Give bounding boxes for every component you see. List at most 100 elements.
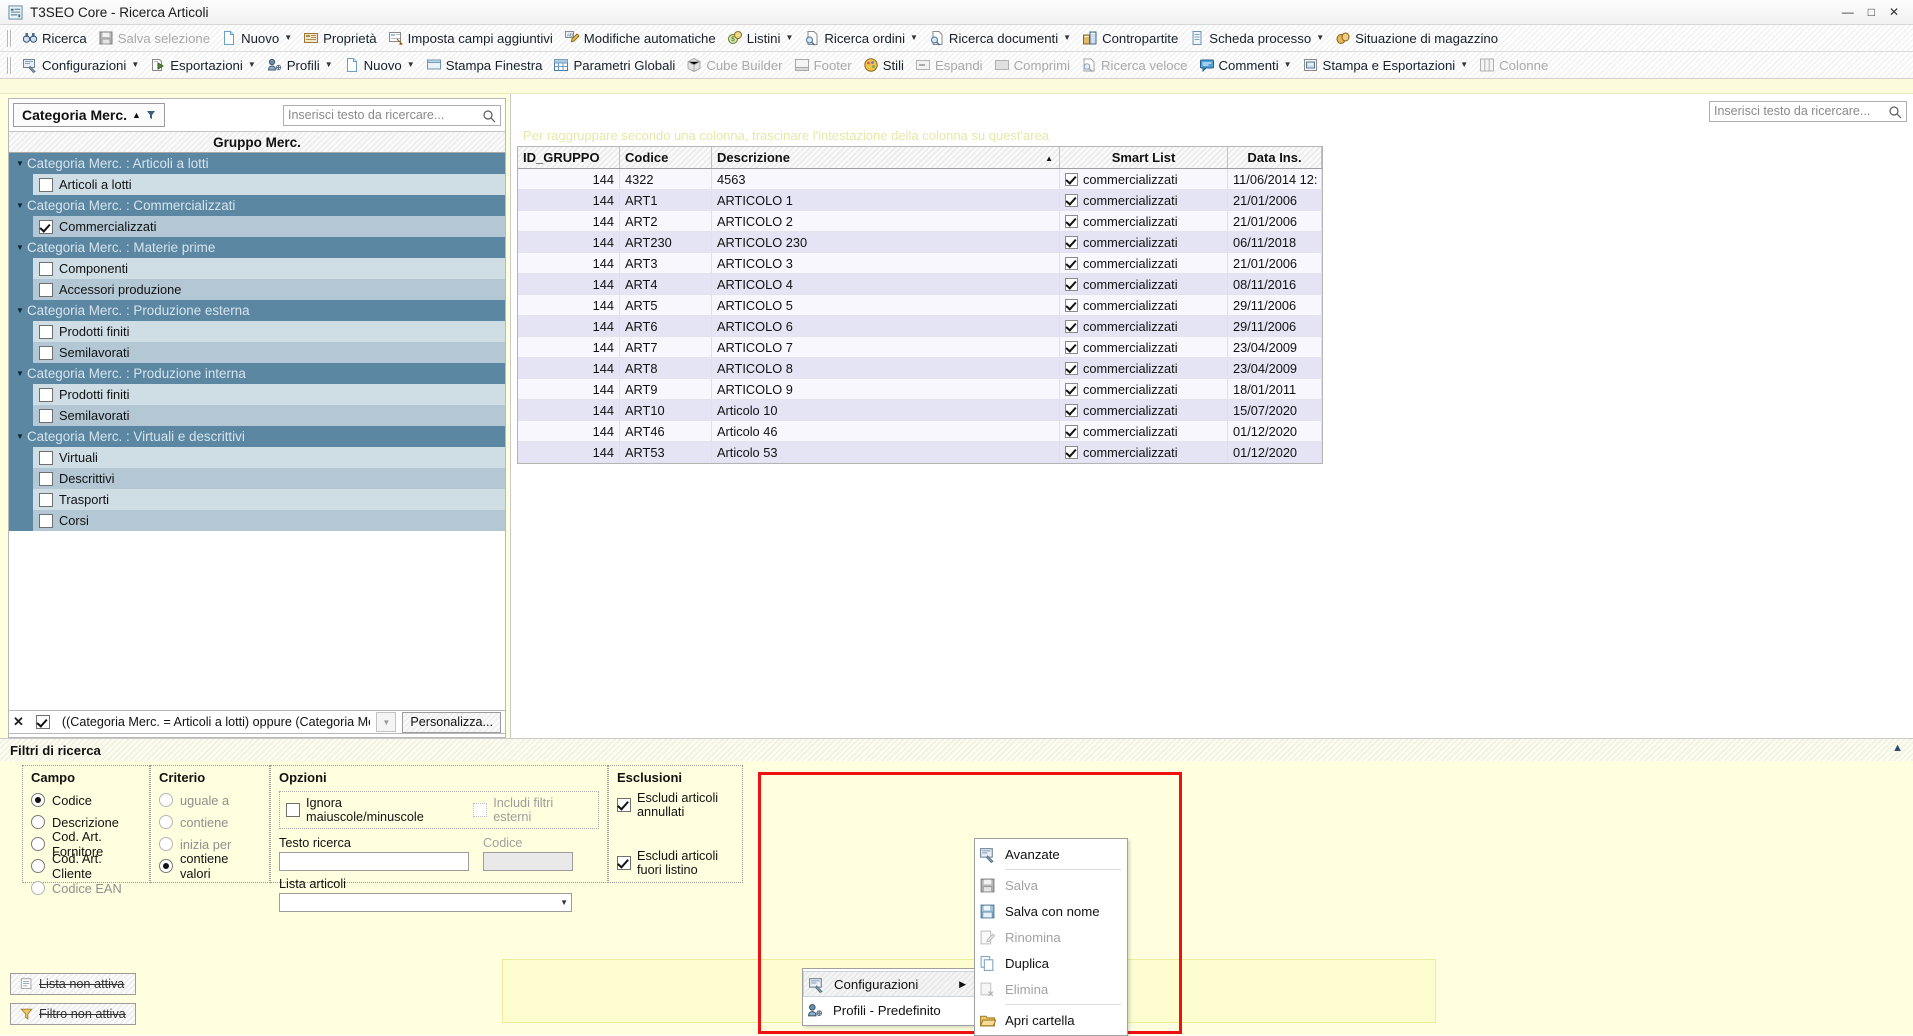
- chevron-down-icon[interactable]: ▼: [284, 34, 292, 42]
- table-row[interactable]: 144 ART230 ARTICOLO 230 commercializzati 06/…: [518, 232, 1322, 253]
- tree-group-row[interactable]: ▼ Categoria Merc. : Materie prime: [9, 237, 505, 258]
- table-row[interactable]: 144 ART53 Articolo 53 commercializzati 01/12…: [518, 442, 1322, 463]
- toolbar-button-stampa-e-esportazioni[interactable]: Stampa e Esportazioni ▼: [1299, 53, 1476, 77]
- chevron-down-icon[interactable]: ▼: [248, 61, 256, 69]
- toolbar-button-nuovo[interactable]: Nuovo ▼: [340, 53, 422, 77]
- search-icon[interactable]: [1888, 105, 1902, 119]
- tree-search-box[interactable]: [283, 104, 501, 126]
- chevron-down-icon[interactable]: ▼: [1316, 34, 1324, 42]
- close-icon[interactable]: ✕: [13, 714, 24, 730]
- tree-item-row[interactable]: Semilavorati: [9, 342, 505, 363]
- menu-item-avanzate[interactable]: Avanzate: [975, 841, 1127, 867]
- chevron-down-icon[interactable]: ▼: [13, 306, 27, 315]
- table-row[interactable]: 144 ART46 Articolo 46 commercializzati 01/12…: [518, 421, 1322, 442]
- chevron-down-icon[interactable]: ▼: [13, 159, 27, 168]
- testo-ricerca-input[interactable]: [279, 852, 469, 871]
- menu-item-salva-con-nome[interactable]: Salva con nome: [975, 898, 1127, 924]
- filter-history-dropdown[interactable]: ▼: [376, 712, 397, 732]
- table-row[interactable]: 144 ART3 ARTICOLO 3 commercializzati 21/01/2…: [518, 253, 1322, 274]
- radio-cod-art-cliente[interactable]: Cod. Art. Cliente: [31, 851, 141, 881]
- tree-group-row[interactable]: ▼ Categoria Merc. : Virtuali e descrittiv…: [9, 426, 505, 447]
- chevron-down-icon[interactable]: ▼: [1460, 61, 1468, 69]
- toolbar-button-stampa-finestra[interactable]: Stampa Finestra: [422, 53, 550, 77]
- grid-search-input[interactable]: [1710, 101, 1878, 121]
- tree-item-checkbox[interactable]: [39, 387, 53, 402]
- tree-item-row[interactable]: Componenti: [9, 258, 505, 279]
- tree-item-checkbox[interactable]: [39, 492, 53, 507]
- chevron-down-icon[interactable]: ▼: [785, 34, 793, 42]
- collapse-panel-button[interactable]: ▲: [1892, 742, 1903, 754]
- search-icon[interactable]: [482, 109, 496, 123]
- context-menu-configurazioni[interactable]: Configurazioni ▶ Profili - Predefinito: [802, 968, 976, 1026]
- grid-column-header-codice[interactable]: Codice: [620, 147, 712, 168]
- toolbar-button-parametri-globali[interactable]: Parametri Globali: [549, 53, 682, 77]
- chevron-down-icon[interactable]: ▼: [910, 34, 918, 42]
- group-column-header[interactable]: Gruppo Merc.: [9, 131, 505, 153]
- tree-item-checkbox[interactable]: [39, 219, 53, 234]
- table-row[interactable]: 144 ART9 ARTICOLO 9 commercializzati 18/01/2…: [518, 379, 1322, 400]
- table-row[interactable]: 144 4322 4563 commercializzati 11/06/2014 12…: [518, 169, 1322, 190]
- toolbar-grip[interactable]: [6, 56, 13, 74]
- lista-articoli-combo[interactable]: ▼: [279, 893, 572, 912]
- tree-item-row[interactable]: Commercializzati: [9, 216, 505, 237]
- grid-column-header-smart-list[interactable]: Smart List: [1060, 147, 1228, 168]
- filter-enabled-checkbox[interactable]: [35, 715, 50, 729]
- status-button-filtro-non-attiva[interactable]: Filtro non attiva: [10, 1003, 136, 1025]
- menu-item-apri-cartella[interactable]: Apri cartella: [975, 1007, 1127, 1033]
- toolbar-button-ricerca[interactable]: Ricerca: [18, 26, 94, 50]
- close-button[interactable]: ✕: [1889, 6, 1899, 18]
- tree-item-row[interactable]: Prodotti finiti: [9, 384, 505, 405]
- chevron-down-icon[interactable]: ▼: [325, 61, 333, 69]
- chevron-down-icon[interactable]: ▼: [13, 243, 27, 252]
- toolbar-button-stili[interactable]: Stili: [859, 53, 911, 77]
- chevron-down-icon[interactable]: ▼: [407, 61, 415, 69]
- grid-column-header-data-ins[interactable]: Data Ins.: [1228, 147, 1322, 168]
- toolbar-button-esportazioni[interactable]: Esportazioni ▼: [146, 53, 263, 77]
- tree-item-row[interactable]: Corsi: [9, 510, 505, 531]
- toolbar-button-imposta-campi-aggiuntivi[interactable]: Imposta campi aggiuntivi: [384, 26, 560, 50]
- toolbar-button-situazione-di-magazzino[interactable]: Situazione di magazzino: [1331, 26, 1505, 50]
- tree-item-row[interactable]: Trasporti: [9, 489, 505, 510]
- table-row[interactable]: 144 ART6 ARTICOLO 6 commercializzati 29/11/2…: [518, 316, 1322, 337]
- chevron-down-icon[interactable]: ▼: [13, 369, 27, 378]
- grid-search-box[interactable]: [1709, 100, 1907, 122]
- tree-item-checkbox[interactable]: [39, 408, 53, 423]
- menu-item-profili-predefinito[interactable]: Profili - Predefinito: [803, 997, 975, 1023]
- radio-codice[interactable]: Codice: [31, 791, 141, 809]
- chevron-down-icon[interactable]: ▼: [13, 432, 27, 441]
- tree-item-checkbox[interactable]: [39, 513, 53, 528]
- table-row[interactable]: 144 ART10 Articolo 10 commercializzati 15/07…: [518, 400, 1322, 421]
- tree-item-checkbox[interactable]: [39, 261, 53, 276]
- chevron-down-icon[interactable]: ▼: [13, 201, 27, 210]
- tree-item-checkbox[interactable]: [39, 282, 53, 297]
- tree-group-row[interactable]: ▼ Categoria Merc. : Articoli a lotti: [9, 153, 505, 174]
- minimize-button[interactable]: —: [1842, 6, 1854, 18]
- tree-search-input[interactable]: [284, 105, 470, 125]
- table-row[interactable]: 144 ART4 ARTICOLO 4 commercializzati 08/11/2…: [518, 274, 1322, 295]
- toolbar-grip[interactable]: [6, 29, 13, 47]
- toolbar-button-ricerca-documenti[interactable]: Ricerca documenti ▼: [925, 26, 1078, 50]
- tree-item-checkbox[interactable]: [39, 345, 53, 360]
- toolbar-button-ricerca-ordini[interactable]: Ricerca ordini ▼: [800, 26, 925, 50]
- tree-item-row[interactable]: Articoli a lotti: [9, 174, 505, 195]
- tree-item-checkbox[interactable]: [39, 471, 53, 486]
- table-row[interactable]: 144 ART8 ARTICOLO 8 commercializzati 23/04/2…: [518, 358, 1322, 379]
- radio-contiene-valori[interactable]: contiene valori: [159, 851, 261, 881]
- grid-column-header-id-gruppo[interactable]: ID_GRUPPO: [518, 147, 620, 168]
- tree-item-row[interactable]: Virtuali: [9, 447, 505, 468]
- filter-funnel-icon[interactable]: [146, 110, 156, 120]
- checkbox-escludi-articoli-fuori-listino[interactable]: Escludi articoli fuori listino: [617, 849, 734, 877]
- tree-item-row[interactable]: Semilavorati: [9, 405, 505, 426]
- window-controls[interactable]: — □ ✕: [1842, 0, 1909, 24]
- chevron-down-icon[interactable]: ▼: [1284, 61, 1292, 69]
- toolbar-button-propriet[interactable]: Proprietà: [299, 26, 384, 50]
- tree-item-checkbox[interactable]: [39, 324, 53, 339]
- tree-item-checkbox[interactable]: [39, 450, 53, 465]
- tree-item-row[interactable]: Accessori produzione: [9, 279, 505, 300]
- table-row[interactable]: 144 ART2 ARTICOLO 2 commercializzati 21/01/2…: [518, 211, 1322, 232]
- grid-column-header-descrizione[interactable]: Descrizione ▲: [712, 147, 1060, 168]
- table-row[interactable]: 144 ART7 ARTICOLO 7 commercializzati 23/04/2…: [518, 337, 1322, 358]
- group-by-drop-area[interactable]: Per raggruppare secondo una colonna, tra…: [517, 124, 1907, 146]
- toolbar-button-commenti[interactable]: Commenti ▼: [1195, 53, 1299, 77]
- status-button-lista-non-attiva[interactable]: Lista non attiva: [10, 973, 136, 995]
